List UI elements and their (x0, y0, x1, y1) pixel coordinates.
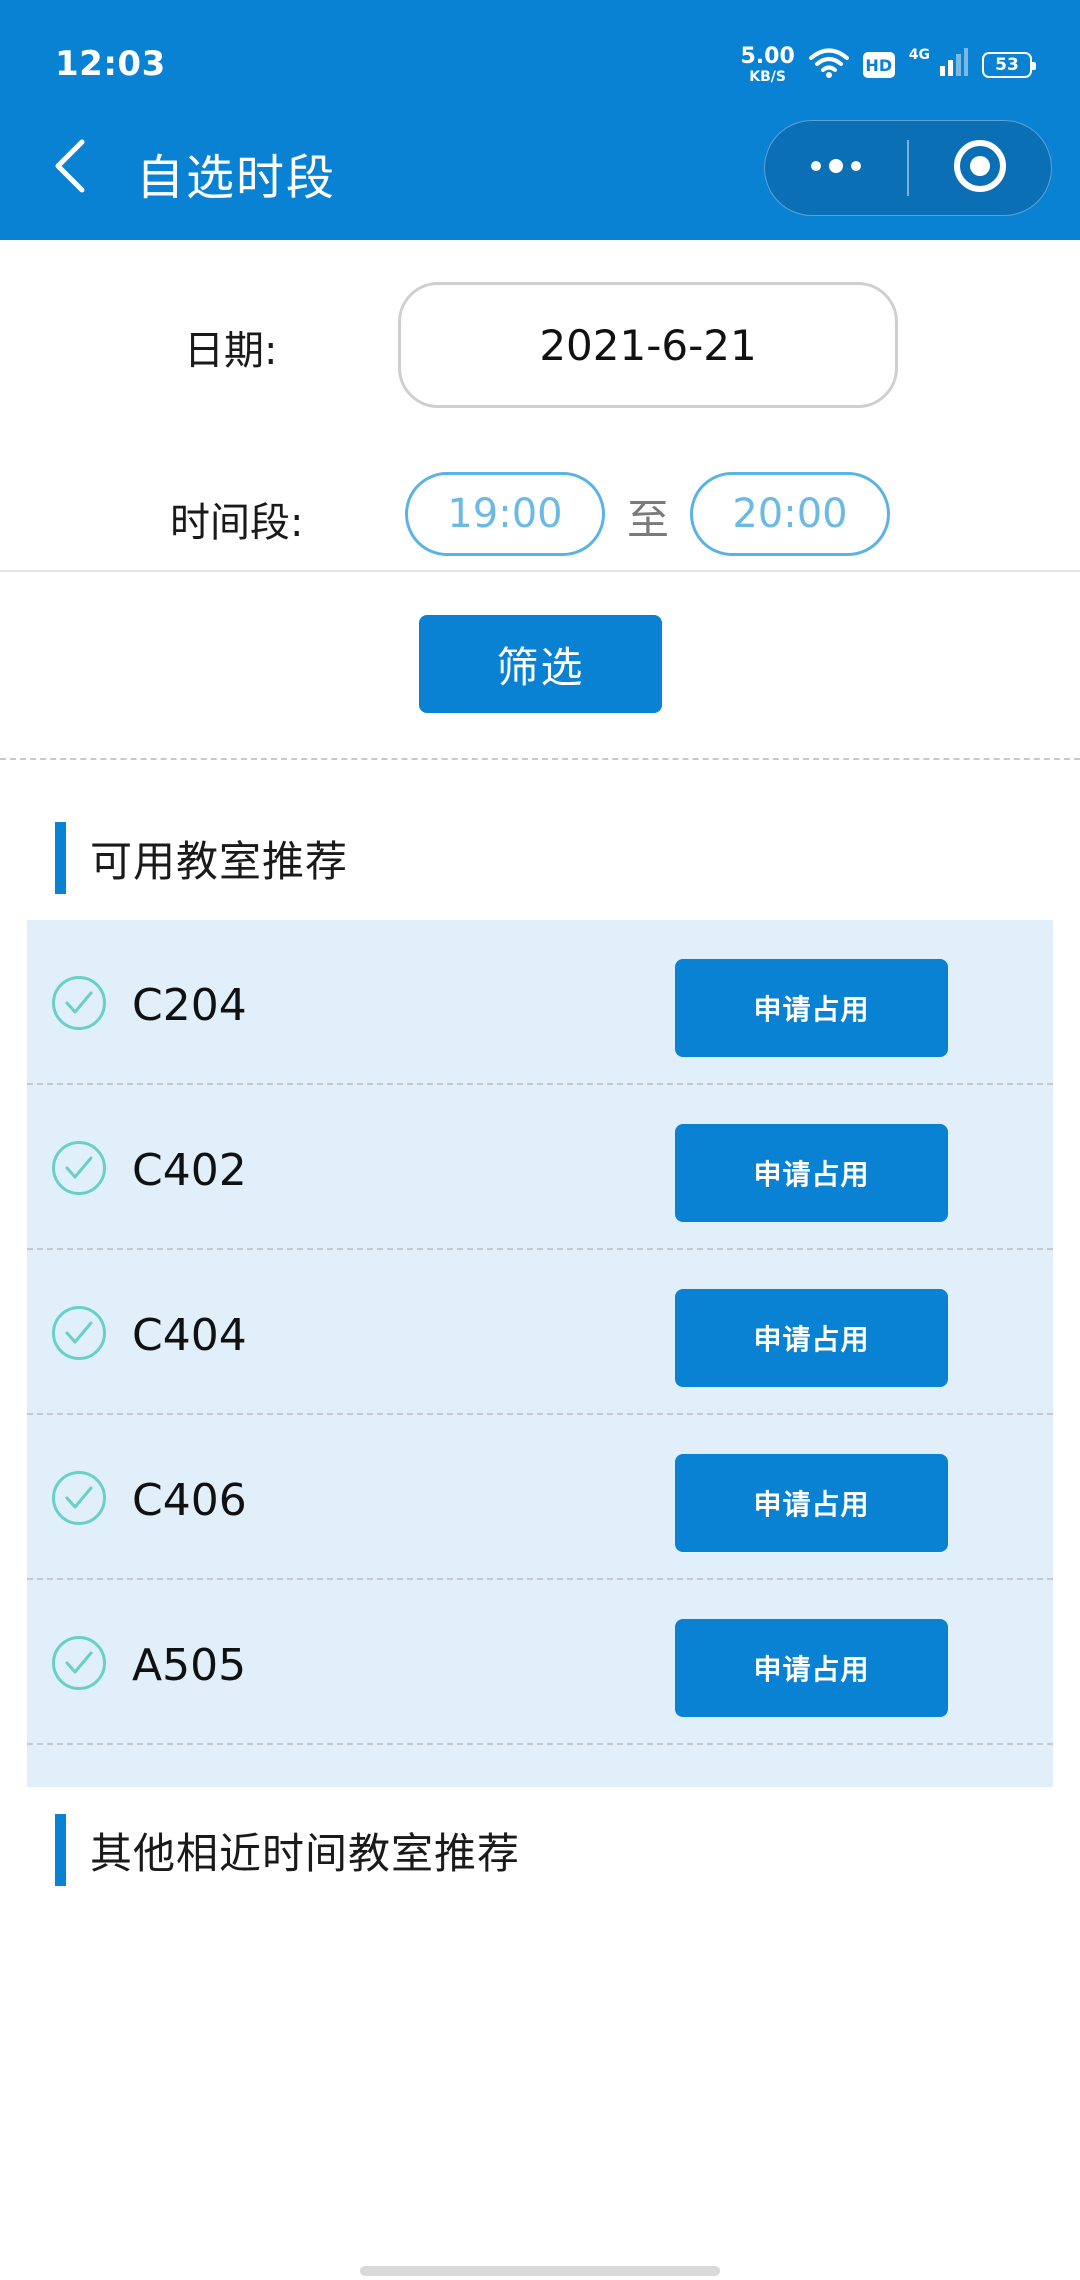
mini-program-capsule (764, 120, 1052, 216)
close-button[interactable] (909, 120, 1051, 216)
start-time-picker[interactable]: 19:00 (405, 472, 605, 556)
filter-button[interactable]: 筛选 (419, 615, 662, 713)
app-screen: 12:03 5.00 KB/S HD 4G 53 自选时段 日期: 2021-6… (0, 0, 1080, 2280)
date-picker[interactable]: 2021-6-21 (398, 282, 898, 408)
network-speed-value: 5.00 (740, 44, 795, 69)
list-item: C402 申请占用 (27, 1085, 1053, 1250)
check-circle-icon (52, 1306, 106, 1360)
other-rooms-header: 其他相近时间教室推荐 (55, 1814, 520, 1886)
list-item: C404 申请占用 (27, 1250, 1053, 1415)
home-indicator[interactable] (360, 2266, 720, 2276)
status-time: 12:03 (55, 44, 166, 84)
dashed-divider (0, 758, 1080, 760)
apply-button[interactable]: 申请占用 (675, 959, 948, 1057)
room-name: C402 (132, 1145, 247, 1196)
page-title: 自选时段 (136, 150, 337, 206)
network-type: 4G (908, 47, 930, 63)
time-separator: 至 (627, 495, 670, 544)
time-label: 时间段: (170, 500, 304, 546)
section-title: 其他相近时间教室推荐 (90, 1828, 521, 1878)
section-accent-bar (55, 1814, 66, 1886)
back-button[interactable] (40, 138, 100, 198)
apply-button[interactable]: 申请占用 (675, 1289, 948, 1387)
check-circle-icon (52, 1471, 106, 1525)
available-rooms-header: 可用教室推荐 (55, 822, 348, 894)
wifi-icon (808, 47, 849, 83)
list-item: A505 申请占用 (27, 1580, 1053, 1745)
section-accent-bar (55, 822, 66, 894)
room-list: C204 申请占用 C402 申请占用 C404 申请占用 C406 申请占用 (27, 920, 1053, 1787)
signal-icon (938, 48, 968, 82)
date-row: 日期: 2021-6-21 (0, 282, 1080, 408)
date-label: 日期: (184, 328, 278, 374)
room-name: C406 (132, 1475, 247, 1526)
network-speed: 5.00 KB/S (740, 44, 795, 85)
target-close-icon (952, 138, 1008, 198)
header: 12:03 5.00 KB/S HD 4G 53 自选时段 (0, 0, 1080, 240)
room-name: C404 (132, 1310, 247, 1361)
check-circle-icon (52, 1141, 106, 1195)
more-dots-icon (806, 156, 866, 180)
time-row: 时间段: 19:00 至 20:00 (0, 470, 1080, 560)
battery-icon: 53 (982, 52, 1036, 78)
list-item: C406 申请占用 (27, 1415, 1053, 1580)
room-name: A505 (132, 1640, 247, 1691)
status-bar: 12:03 5.00 KB/S HD 4G 53 (0, 0, 1080, 120)
apply-button[interactable]: 申请占用 (675, 1454, 948, 1552)
divider-line (0, 570, 1080, 572)
room-name: C204 (132, 980, 247, 1031)
nav-bar: 自选时段 (0, 120, 1080, 240)
status-icons: 5.00 KB/S HD 4G 53 (740, 40, 1036, 90)
more-button[interactable] (765, 120, 907, 216)
hd-icon: HD (862, 52, 895, 78)
apply-button[interactable]: 申请占用 (675, 1124, 948, 1222)
end-time-picker[interactable]: 20:00 (690, 472, 890, 556)
check-circle-icon (52, 976, 106, 1030)
network-speed-unit: KB/S (749, 69, 786, 85)
section-title: 可用教室推荐 (90, 836, 349, 886)
apply-button[interactable]: 申请占用 (675, 1619, 948, 1717)
list-item: C204 申请占用 (27, 920, 1053, 1085)
check-circle-icon (52, 1636, 106, 1690)
chevron-left-icon (52, 138, 88, 198)
